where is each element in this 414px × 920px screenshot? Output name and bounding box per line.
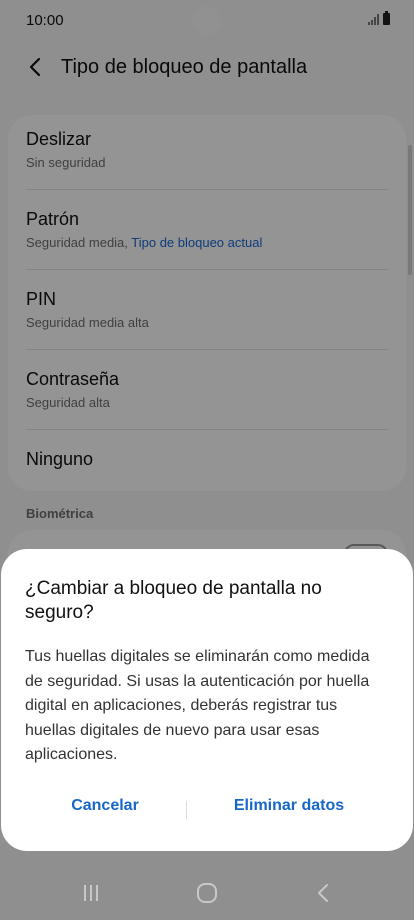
dialog-title: ¿Cambiar a bloqueo de pantalla no seguro… [25, 578, 322, 623]
confirm-dialog: ¿Cambiar a bloqueo de pantalla no seguro… [1, 549, 413, 851]
recent-apps-button[interactable] [71, 878, 111, 908]
dialog-message: Tus huellas digitales se eliminarán como… [25, 648, 370, 763]
home-button[interactable] [187, 878, 227, 908]
home-icon [197, 883, 217, 903]
back-nav-button[interactable] [303, 878, 343, 908]
dialog-actions: Cancelar Eliminar datos [1, 787, 413, 835]
cancel-button[interactable]: Cancelar [25, 797, 185, 815]
delete-data-button[interactable]: Eliminar datos [189, 797, 389, 815]
navigation-bar [0, 866, 414, 920]
recent-apps-icon [84, 885, 98, 901]
button-divider [186, 801, 187, 819]
back-icon [318, 884, 328, 902]
